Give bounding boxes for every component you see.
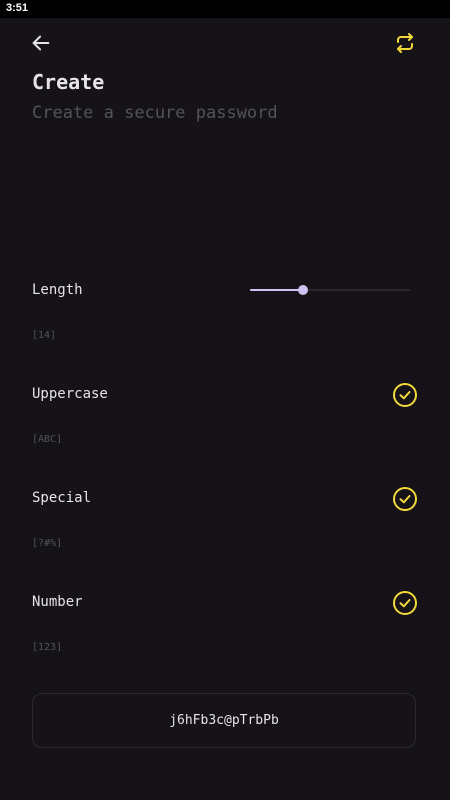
uppercase-toggle[interactable] (392, 382, 418, 408)
arrow-left-icon (32, 35, 50, 51)
generated-password[interactable]: j6hFb3c@pTrbPb (169, 713, 279, 728)
status-bar: 3:51 (0, 0, 450, 18)
slider-thumb[interactable] (297, 285, 308, 295)
generated-password-box[interactable]: j6hFb3c@pTrbPb (32, 693, 416, 748)
number-hint: [123] (32, 642, 63, 653)
special-label: Special (32, 490, 92, 506)
number-toggle[interactable] (392, 590, 418, 616)
status-time: 3:51 (6, 2, 29, 14)
regenerate-button[interactable] (390, 28, 420, 58)
uppercase-label: Uppercase (32, 386, 108, 402)
special-toggle[interactable] (392, 486, 418, 512)
check-circle-icon (393, 487, 417, 511)
check-circle-icon (393, 383, 417, 407)
length-label: Length (32, 282, 83, 298)
length-value: [14] (32, 330, 57, 341)
back-button[interactable] (26, 28, 56, 58)
special-hint: [?#%] (32, 538, 63, 549)
check-circle-icon (393, 591, 417, 615)
uppercase-hint: [ABC] (32, 434, 63, 445)
page-subtitle: Create a secure password (32, 103, 278, 123)
refresh-icon (397, 33, 413, 53)
length-slider[interactable] (250, 282, 410, 298)
page-title: Create (32, 70, 105, 94)
slider-track-active (250, 289, 303, 291)
number-label: Number (32, 594, 83, 610)
